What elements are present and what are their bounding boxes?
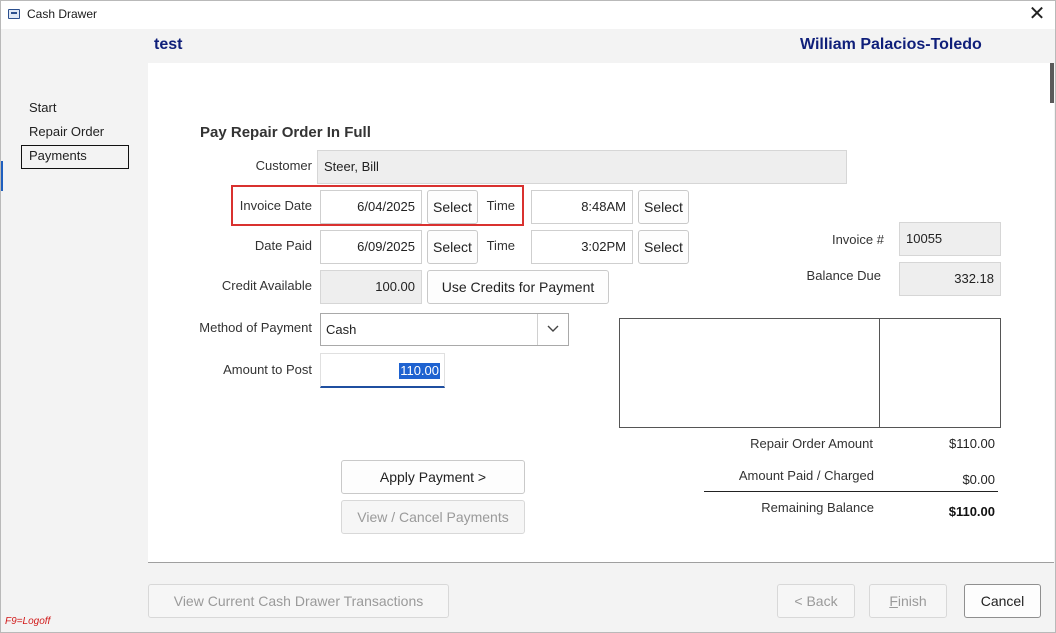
finish-label: inish	[897, 593, 927, 609]
view-transactions-button[interactable]: View Current Cash Drawer Transactions	[148, 584, 449, 618]
paid-time-label: Time	[486, 238, 515, 253]
view-cancel-payments-button[interactable]: View / Cancel Payments	[341, 500, 525, 534]
date-paid-field[interactable]: 6/09/2025	[320, 230, 422, 264]
payments-list-column-divider	[879, 319, 880, 427]
finish-mnemonic: F	[889, 593, 898, 609]
payments-list[interactable]	[619, 318, 1001, 428]
apply-payment-button[interactable]: Apply Payment >	[341, 460, 525, 494]
finish-button[interactable]: Finish	[869, 584, 947, 618]
page-title: Pay Repair Order In Full	[200, 124, 371, 141]
invoice-time-label: Time	[486, 198, 515, 213]
amount-paid-label: Amount Paid / Charged	[738, 468, 874, 483]
remaining-balance-label: Remaining Balance	[761, 500, 874, 515]
window-title: Cash Drawer	[27, 7, 98, 21]
amount-to-post-value: 110.00	[399, 363, 440, 379]
wizard-nav: Start Repair Order Payments	[21, 97, 129, 169]
window-edge-marker	[1, 161, 3, 191]
cash-drawer-app-icon	[8, 9, 20, 19]
paid-time-select-button[interactable]: Select	[638, 230, 689, 264]
close-icon[interactable]: ✕	[1027, 3, 1047, 25]
method-of-payment-value: Cash	[326, 322, 357, 337]
nav-item-repair-order[interactable]: Repair Order	[21, 121, 129, 145]
invoice-date-select-button[interactable]: Select	[427, 190, 478, 224]
amount-paid-value: $0.00	[962, 472, 995, 487]
panel-scroll-thumb[interactable]	[1050, 63, 1054, 103]
cash-drawer-window: Cash Drawer ✕ test William Palacios-Tole…	[0, 0, 1056, 633]
balance-due-field: 332.18	[899, 262, 1001, 296]
back-button[interactable]: < Back	[777, 584, 855, 618]
credit-available-field: 100.00	[320, 270, 422, 304]
logoff-hint: F9=Logoff	[5, 616, 51, 627]
invoice-time-field[interactable]: 8:48AM	[531, 190, 633, 224]
method-of-payment-select[interactable]: Cash	[320, 313, 569, 346]
header-store-name: test	[154, 36, 183, 53]
repair-order-amount-value: $110.00	[948, 436, 995, 451]
invoice-number-field: 10055	[899, 222, 1001, 256]
summary-divider	[704, 491, 998, 492]
paid-time-field[interactable]: 3:02PM	[531, 230, 633, 264]
title-bar: Cash Drawer ✕	[1, 1, 1055, 29]
customer-field[interactable]: Steer, Bill	[317, 150, 847, 184]
use-credits-button[interactable]: Use Credits for Payment	[427, 270, 609, 304]
cancel-button[interactable]: Cancel	[964, 584, 1041, 618]
invoice-date-field[interactable]: 6/04/2025	[320, 190, 422, 224]
nav-item-payments[interactable]: Payments	[21, 145, 129, 169]
date-paid-label: Date Paid	[254, 238, 312, 253]
date-paid-select-button[interactable]: Select	[427, 230, 478, 264]
invoice-date-label: Invoice Date	[239, 198, 312, 213]
repair-order-amount-label: Repair Order Amount	[750, 436, 873, 451]
credit-available-label: Credit Available	[221, 278, 312, 293]
balance-due-label: Balance Due	[806, 268, 881, 283]
amount-to-post-field[interactable]: 110.00	[320, 353, 445, 388]
chevron-down-icon[interactable]	[537, 314, 568, 345]
method-of-payment-label: Method of Payment	[199, 320, 312, 335]
customer-label: Customer	[255, 158, 312, 173]
nav-item-start[interactable]: Start	[21, 97, 129, 121]
remaining-balance-value: $110.00	[948, 504, 995, 519]
header-user-name: William Palacios-Toledo	[800, 36, 982, 53]
invoice-number-label: Invoice #	[831, 232, 884, 247]
amount-to-post-label: Amount to Post	[223, 362, 312, 377]
invoice-time-select-button[interactable]: Select	[638, 190, 689, 224]
